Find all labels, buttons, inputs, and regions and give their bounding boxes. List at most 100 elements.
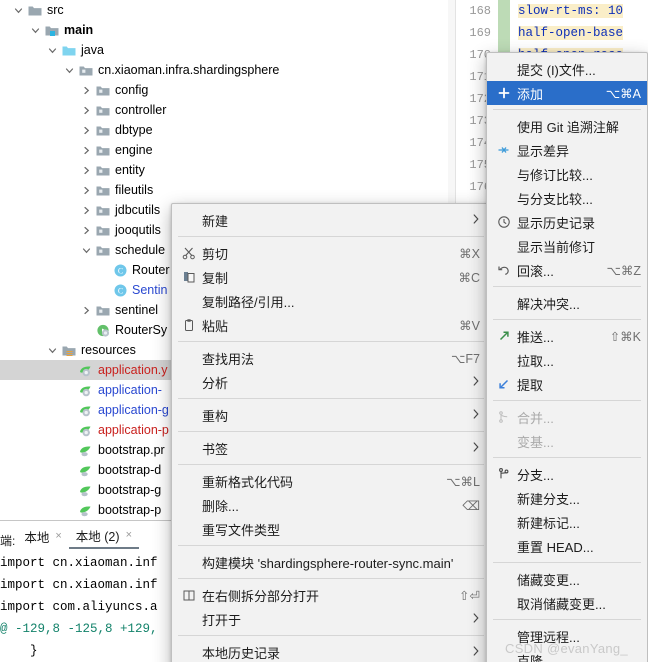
tree-row[interactable]: dbtype bbox=[0, 120, 448, 140]
menu-item-label: 与修订比较... bbox=[517, 167, 593, 183]
chevron-down-icon[interactable] bbox=[27, 26, 43, 35]
tree-row[interactable]: config bbox=[0, 80, 448, 100]
chevron-down-icon[interactable] bbox=[61, 66, 77, 75]
chevron-right-icon[interactable] bbox=[78, 106, 94, 115]
menu-item-复制路径-引用-[interactable]: 复制路径/引用... bbox=[172, 289, 490, 313]
menu-item-重置-head-[interactable]: 重置 HEAD... bbox=[487, 534, 647, 558]
tree-item-label: bootstrap.pr bbox=[98, 443, 165, 457]
terminal-tab[interactable]: 本地 × bbox=[17, 523, 68, 549]
fetch-icon bbox=[491, 377, 517, 391]
chevron-right-icon[interactable] bbox=[78, 206, 94, 215]
copy-icon bbox=[176, 270, 202, 284]
menu-item-复制[interactable]: 复制 ⌘C bbox=[172, 265, 490, 289]
chevron-right-icon[interactable] bbox=[78, 186, 94, 195]
menu-item-删除-[interactable]: 删除... ⌫ bbox=[172, 493, 490, 517]
tree-item-label: schedule bbox=[115, 243, 166, 257]
menu-item-使用-git-追溯注解[interactable]: 使用 Git 追溯注解 bbox=[487, 114, 647, 138]
menu-item-打开于[interactable]: 打开于 bbox=[172, 607, 490, 631]
branch-icon bbox=[491, 467, 517, 481]
terminal-panel-label: 端: bbox=[0, 534, 16, 548]
tree-row[interactable]: java bbox=[0, 40, 448, 60]
menu-item-label: 构建模块 'shardingsphere-router-sync.main' bbox=[202, 555, 454, 571]
package-icon bbox=[94, 164, 112, 177]
close-icon[interactable]: × bbox=[55, 530, 61, 542]
chevron-right-icon[interactable] bbox=[78, 86, 94, 95]
tree-row[interactable]: src bbox=[0, 0, 448, 20]
scissors-icon bbox=[176, 246, 202, 260]
menu-item-回滚-[interactable]: 回滚... ⌥⌘Z bbox=[487, 258, 647, 282]
menu-item-重构[interactable]: 重构 bbox=[172, 403, 490, 427]
menu-item-剪切[interactable]: 剪切 ⌘X bbox=[172, 241, 490, 265]
menu-item-合并-: 合并... bbox=[487, 405, 647, 429]
git-submenu[interactable]: 提交 (I)文件... 添加 ⌥⌘A 使用 Git 追溯注解显示差异与修订比较... 与… bbox=[486, 52, 648, 662]
chevron-down-icon[interactable] bbox=[44, 346, 60, 355]
tree-row[interactable]: fileutils bbox=[0, 180, 448, 200]
menu-item-显示差异[interactable]: 显示差异 bbox=[487, 138, 647, 162]
rollback-icon bbox=[491, 263, 517, 277]
menu-item-拉取-[interactable]: 拉取... bbox=[487, 348, 647, 372]
menu-item-推送-[interactable]: 推送... ⇧⌘K bbox=[487, 324, 647, 348]
menu-item-提取[interactable]: 提取 bbox=[487, 372, 647, 396]
menu-item-添加[interactable]: 添加 ⌥⌘A bbox=[487, 81, 647, 105]
tree-item-label: fileutils bbox=[115, 183, 154, 197]
submenu-chevron-icon bbox=[454, 645, 480, 659]
menu-item-构建模块-shardingsphere-router-sync-main-[interactable]: 构建模块 'shardingsphere-router-sync.main' bbox=[172, 550, 490, 574]
menu-item-分析[interactable]: 分析 bbox=[172, 370, 490, 394]
chevron-down-icon[interactable] bbox=[78, 246, 94, 255]
menu-item-label: 使用 Git 追溯注解 bbox=[517, 119, 619, 135]
tree-item-label: RouterSy bbox=[115, 323, 168, 337]
package-icon bbox=[94, 244, 112, 257]
menu-item-重写文件类型[interactable]: 重写文件类型 bbox=[172, 517, 490, 541]
code-line[interactable]: slow-rt-ms: 10 bbox=[518, 0, 648, 22]
menu-item-本地历史记录[interactable]: 本地历史记录 bbox=[172, 640, 490, 662]
submenu-chevron-icon bbox=[454, 441, 480, 455]
code-line[interactable]: half-open-base bbox=[518, 22, 648, 44]
menu-item-label: 重新格式化代码 bbox=[202, 474, 294, 490]
menu-separator bbox=[178, 431, 484, 432]
yaml-spring-icon bbox=[77, 404, 95, 417]
menu-separator bbox=[493, 400, 641, 401]
tree-row[interactable]: main bbox=[0, 20, 448, 40]
chevron-right-icon[interactable] bbox=[78, 146, 94, 155]
menu-item-提交-i-文件-[interactable]: 提交 (I)文件... bbox=[487, 57, 647, 81]
tree-row[interactable]: controller bbox=[0, 100, 448, 120]
menu-item-显示历史记录[interactable]: 显示历史记录 bbox=[487, 210, 647, 234]
tree-row[interactable]: engine bbox=[0, 140, 448, 160]
menu-separator bbox=[493, 457, 641, 458]
menu-item-粘贴[interactable]: 粘贴 ⌘V bbox=[172, 313, 490, 337]
menu-item-新建分支-[interactable]: 新建分支... bbox=[487, 486, 647, 510]
menu-item-取消储藏变更-[interactable]: 取消储藏变更... bbox=[487, 591, 647, 615]
menu-item-与修订比较-[interactable]: 与修订比较... bbox=[487, 162, 647, 186]
menu-item-解决冲突-[interactable]: 解决冲突... bbox=[487, 291, 647, 315]
tree-row[interactable]: cn.xiaoman.infra.shardingsphere bbox=[0, 60, 448, 80]
svg-text:C: C bbox=[117, 286, 122, 295]
menu-item-书签[interactable]: 书签 bbox=[172, 436, 490, 460]
tree-row[interactable]: entity bbox=[0, 160, 448, 180]
menu-item-label: 粘贴 bbox=[202, 318, 229, 334]
menu-item-在右侧拆分部分打开[interactable]: 在右侧拆分部分打开 ⇧⏎ bbox=[172, 583, 490, 607]
chevron-down-icon[interactable] bbox=[10, 6, 26, 15]
menu-item-储藏变更-[interactable]: 储藏变更... bbox=[487, 567, 647, 591]
chevron-right-icon[interactable] bbox=[78, 166, 94, 175]
diff-icon bbox=[491, 143, 517, 157]
file-context-menu[interactable]: 新建剪切 ⌘X 复制 ⌘C 复制路径/引用... 粘贴 ⌘V 查找用法 ⌥F7 分析重构书签重新格… bbox=[171, 203, 491, 662]
submenu-chevron-icon bbox=[454, 612, 480, 626]
menu-item-新建标记-[interactable]: 新建标记... bbox=[487, 510, 647, 534]
chevron-down-icon[interactable] bbox=[44, 46, 60, 55]
menu-item-查找用法[interactable]: 查找用法 ⌥F7 bbox=[172, 346, 490, 370]
terminal-tab[interactable]: 本地 (2) × bbox=[68, 523, 139, 549]
chevron-right-icon[interactable] bbox=[78, 126, 94, 135]
close-icon[interactable]: × bbox=[126, 529, 132, 541]
chevron-right-icon[interactable] bbox=[78, 306, 94, 315]
submenu-chevron-icon bbox=[454, 408, 480, 422]
clock-icon bbox=[491, 215, 517, 229]
tree-item-label: main bbox=[64, 23, 94, 37]
menu-item-重新格式化代码[interactable]: 重新格式化代码 ⌥⌘L bbox=[172, 469, 490, 493]
chevron-right-icon[interactable] bbox=[78, 226, 94, 235]
menu-item-与分支比较-[interactable]: 与分支比较... bbox=[487, 186, 647, 210]
menu-item-分支-[interactable]: 分支... bbox=[487, 462, 647, 486]
tree-item-label: controller bbox=[115, 103, 167, 117]
menu-item-新建[interactable]: 新建 bbox=[172, 208, 490, 232]
folder-resource-icon bbox=[60, 344, 78, 357]
menu-item-显示当前修订[interactable]: 显示当前修订 bbox=[487, 234, 647, 258]
